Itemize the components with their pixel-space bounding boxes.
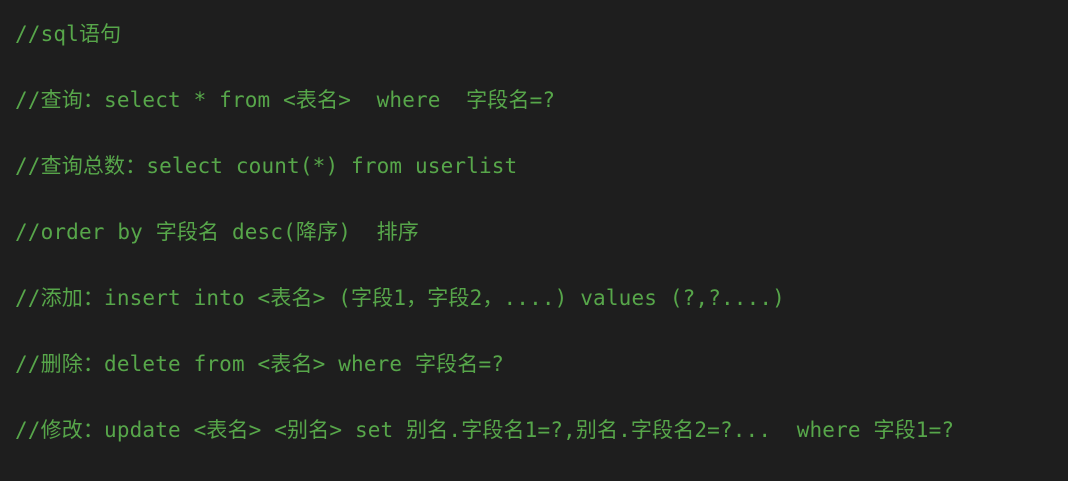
code-line-2[interactable] <box>15 51 1068 84</box>
code-line-12[interactable] <box>15 381 1068 414</box>
code-line-9[interactable]: //添加：insert into <表名> (字段1，字段2，....) val… <box>15 282 1068 315</box>
code-line-6[interactable] <box>15 183 1068 216</box>
code-line-7[interactable]: //order by 字段名 desc(降序) 排序 <box>15 216 1068 249</box>
code-line-10[interactable] <box>15 315 1068 348</box>
code-line-4[interactable] <box>15 117 1068 150</box>
code-line-8[interactable] <box>15 249 1068 282</box>
code-line-5[interactable]: //查询总数：select count(*) from userlist <box>15 150 1068 183</box>
code-line-11[interactable]: //删除：delete from <表名> where 字段名=? <box>15 348 1068 381</box>
code-line-1[interactable]: //sql语句 <box>15 18 1068 51</box>
code-line-13[interactable]: //修改：update <表名> <别名> set 别名.字段名1=?,别名.字… <box>15 414 1068 447</box>
code-line-3[interactable]: //查询：select * from <表名> where 字段名=? <box>15 84 1068 117</box>
code-editor[interactable]: //sql语句 //查询：select * from <表名> where 字段… <box>0 0 1068 481</box>
